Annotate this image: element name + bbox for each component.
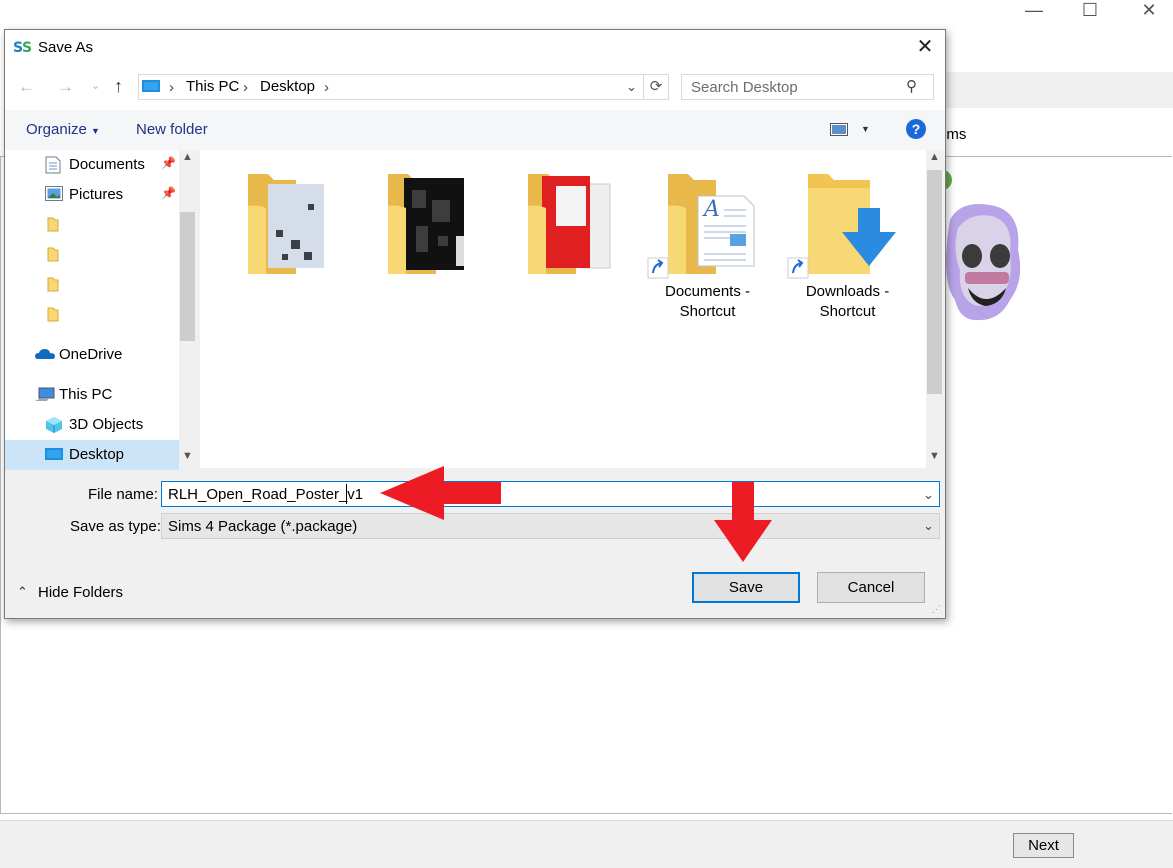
forward-arrow-icon[interactable]: → bbox=[57, 77, 74, 97]
file-name-dropdown-chevron-icon[interactable]: ⌄ bbox=[923, 487, 934, 503]
dialog-close-button[interactable]: ✕ bbox=[910, 32, 940, 62]
documents-icon bbox=[45, 156, 61, 174]
nav-item-3d-objects[interactable]: 3D Objects bbox=[5, 410, 179, 440]
nav-item-desktop[interactable]: Desktop bbox=[5, 440, 179, 470]
scroll-down-icon[interactable]: ▼ bbox=[182, 450, 193, 462]
nav-item-pictures[interactable]: Pictures 📌 bbox=[5, 180, 179, 210]
organize-dropdown-icon: ▼ bbox=[91, 126, 100, 136]
dialog-title: Save As bbox=[38, 39, 94, 56]
up-arrow-icon[interactable]: ↑ bbox=[114, 76, 123, 97]
breadcrumb-this-pc[interactable]: This PC bbox=[186, 78, 239, 95]
3d-objects-icon bbox=[46, 417, 62, 433]
save-type-dropdown-chevron-icon[interactable]: ⌄ bbox=[923, 518, 934, 534]
scroll-up-icon[interactable]: ▲ bbox=[929, 151, 940, 163]
text-cursor bbox=[346, 484, 347, 504]
nav-item-label: Desktop bbox=[69, 446, 125, 463]
nav-item-folder[interactable] bbox=[5, 300, 179, 330]
search-placeholder: Search Desktop bbox=[691, 79, 798, 96]
svg-text:S: S bbox=[22, 40, 32, 56]
organize-label: Organize bbox=[26, 121, 87, 138]
caption-line: Shortcut bbox=[819, 303, 876, 320]
caption-line: Shortcut bbox=[679, 303, 736, 320]
nav-item-label: Pictures bbox=[69, 186, 124, 203]
annotation-arrow-left-icon bbox=[380, 466, 501, 520]
nav-item-folder[interactable] bbox=[5, 270, 179, 300]
save-button[interactable]: Save bbox=[692, 572, 800, 603]
dialog-titlebar bbox=[5, 30, 945, 66]
hide-folders-button[interactable]: Hide Folders bbox=[38, 584, 123, 601]
annotation-arrow-down-icon bbox=[714, 482, 772, 562]
scroll-thumb[interactable] bbox=[180, 212, 195, 341]
organize-button[interactable]: Organize ▼ bbox=[26, 121, 100, 138]
file-caption-downloads-shortcut: Downloads - Shortcut bbox=[790, 282, 905, 322]
desktop-icon bbox=[45, 448, 63, 460]
new-folder-button[interactable]: New folder bbox=[136, 121, 208, 138]
view-options-icon[interactable] bbox=[830, 123, 848, 136]
computer-icon bbox=[35, 387, 55, 401]
nav-item-folder[interactable] bbox=[5, 210, 179, 240]
downloads-shortcut-icon[interactable] bbox=[786, 170, 900, 280]
collapse-chevron-icon[interactable]: ⌃ bbox=[17, 584, 28, 600]
nav-item-label: OneDrive bbox=[59, 346, 123, 363]
search-icon[interactable]: ⚲ bbox=[906, 77, 917, 95]
folder-thumbnail-2[interactable] bbox=[386, 170, 468, 278]
breadcrumb-desktop[interactable]: Desktop bbox=[260, 78, 315, 95]
documents-shortcut-icon[interactable]: A bbox=[646, 170, 758, 280]
file-name-value: RLH_Open_Road_Poster_v1 bbox=[168, 486, 364, 503]
nav-item-folder[interactable] bbox=[5, 240, 179, 270]
folder-icon bbox=[47, 247, 59, 262]
scroll-down-icon[interactable]: ▼ bbox=[929, 450, 940, 462]
save-type-label: Save as type: bbox=[70, 518, 161, 535]
pin-icon: 📌 bbox=[161, 186, 176, 200]
file-name-label: File name: bbox=[88, 486, 159, 503]
pictures-icon bbox=[45, 186, 63, 201]
background-footer bbox=[0, 820, 1173, 868]
help-icon[interactable]: ? bbox=[906, 119, 926, 139]
folder-icon bbox=[47, 277, 59, 292]
resize-grip-icon[interactable]: ⋰ bbox=[932, 604, 941, 615]
nav-item-label: 3D Objects bbox=[69, 416, 144, 433]
nav-item-label: Documents bbox=[69, 156, 145, 173]
nav-item-label: This PC bbox=[59, 386, 113, 403]
caption-line: Downloads - bbox=[805, 283, 890, 300]
recent-locations-chevron-icon[interactable]: ⌄ bbox=[91, 79, 100, 92]
save-type-value: Sims 4 Package (*.package) bbox=[168, 518, 358, 535]
close-icon[interactable]: ✕ bbox=[1137, 0, 1161, 20]
view-dropdown-icon[interactable]: ▼ bbox=[861, 124, 870, 134]
next-button[interactable]: Next bbox=[1013, 833, 1074, 858]
back-arrow-icon[interactable]: ← bbox=[18, 77, 35, 97]
pin-icon: 📌 bbox=[161, 156, 176, 170]
breadcrumb-separator-icon: › bbox=[243, 79, 248, 96]
scroll-up-icon[interactable]: ▲ bbox=[182, 151, 193, 163]
scroll-thumb[interactable] bbox=[927, 170, 942, 394]
app-logo-icon: S S bbox=[13, 40, 32, 56]
address-dropdown-chevron-icon[interactable]: ⌄ bbox=[626, 79, 637, 95]
onedrive-icon bbox=[35, 349, 55, 359]
folder-icon bbox=[47, 307, 59, 322]
file-caption-documents-shortcut: Documents - Shortcut bbox=[650, 282, 765, 322]
nav-item-documents[interactable]: Documents 📌 bbox=[5, 150, 179, 180]
minimize-icon[interactable]: — bbox=[1022, 0, 1046, 20]
background-header-band bbox=[946, 72, 1173, 108]
nav-item-this-pc[interactable]: This PC bbox=[5, 380, 179, 410]
nav-item-onedrive[interactable]: OneDrive bbox=[5, 340, 179, 370]
cancel-button[interactable]: Cancel bbox=[817, 572, 925, 603]
svg-text:A: A bbox=[702, 197, 720, 222]
maximize-icon[interactable]: ☐ bbox=[1078, 0, 1102, 20]
folder-thumbnail-1[interactable] bbox=[246, 170, 328, 278]
breadcrumb-separator-icon: › bbox=[324, 79, 329, 96]
desktop-location-icon bbox=[142, 80, 160, 92]
caption-line: Documents - bbox=[664, 283, 751, 300]
folder-thumbnail-3[interactable] bbox=[526, 170, 614, 278]
folder-icon bbox=[47, 217, 59, 232]
breadcrumb-separator-icon: › bbox=[169, 79, 174, 96]
refresh-icon[interactable]: ⟳ bbox=[644, 74, 669, 100]
